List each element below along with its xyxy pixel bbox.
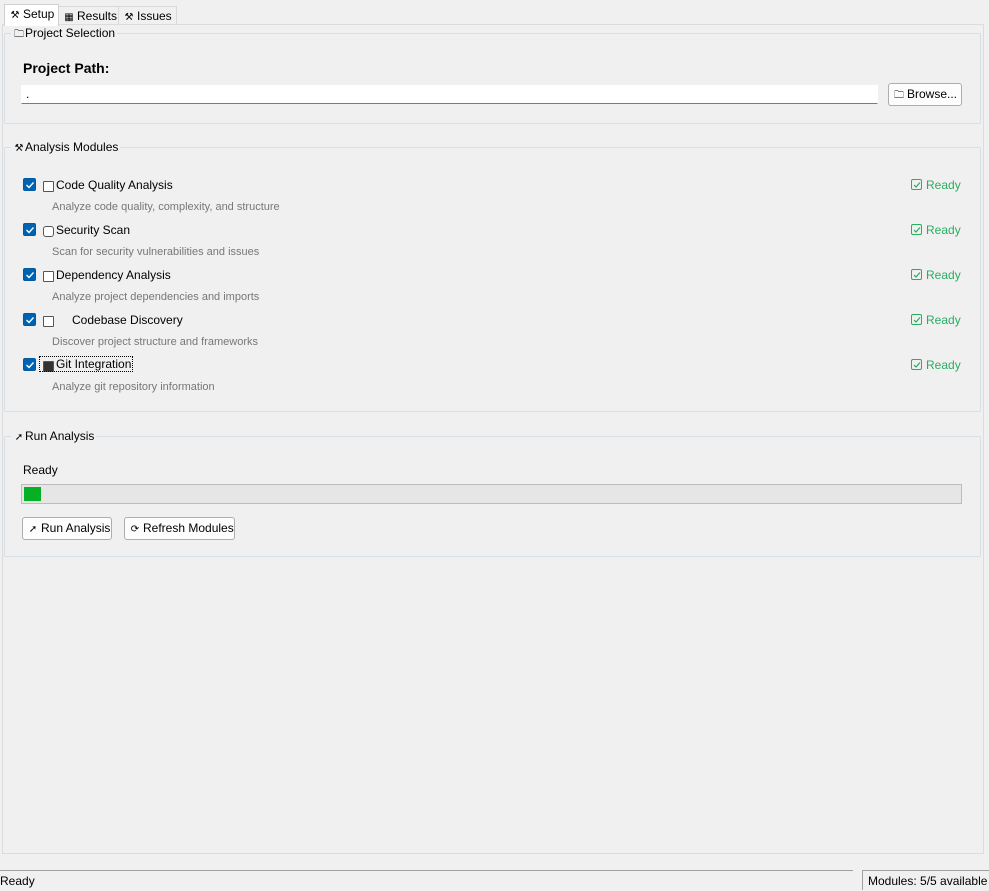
check-icon bbox=[911, 314, 922, 325]
git-integration-description: Analyze git repository information bbox=[52, 381, 215, 393]
codebase-discovery-title[interactable]: Codebase Discovery bbox=[72, 313, 183, 327]
run-analysis-legend: ➚ Run Analysis bbox=[11, 429, 97, 445]
project-selection-legend: 🗀Project Selection bbox=[11, 26, 118, 42]
security-scan-checkbox[interactable] bbox=[23, 223, 36, 236]
git-integration-status: Ready bbox=[911, 358, 961, 372]
security-scan-status: Ready bbox=[911, 223, 961, 237]
dependency-analysis-description: Analyze project dependencies and imports bbox=[52, 291, 260, 303]
dependency-analysis-checkbox[interactable] bbox=[23, 268, 36, 281]
refresh-modules-button[interactable]: ⟳ Refresh Modules bbox=[124, 517, 235, 540]
analysis-progress-fill bbox=[24, 487, 41, 501]
browse-button-label: Browse... bbox=[907, 87, 958, 101]
project-selection-frame bbox=[4, 33, 981, 124]
check-icon bbox=[911, 359, 922, 370]
code-quality-description: Analyze code quality, complexity, and st… bbox=[52, 201, 280, 213]
git-integration-checkbox[interactable] bbox=[23, 358, 36, 371]
check-icon bbox=[911, 179, 922, 190]
check-icon bbox=[911, 224, 922, 235]
tab-issues[interactable]: ⚒ Issues bbox=[118, 6, 177, 25]
wrench-icon: ⚒ bbox=[14, 143, 24, 154]
statusbar-modules-count: Modules: 5/5 available bbox=[862, 870, 989, 890]
rocket-icon: ➚ bbox=[14, 432, 24, 443]
browse-button[interactable]: 🗀 Browse... bbox=[888, 83, 962, 106]
run-analysis-button-label: Run Analysis bbox=[41, 521, 111, 535]
code-quality-checkbox[interactable] bbox=[23, 178, 36, 191]
tab-setup[interactable]: ⚒ Setup bbox=[4, 4, 60, 26]
check-icon bbox=[911, 269, 922, 280]
dependency-analysis-status-label: Ready bbox=[926, 268, 961, 282]
folder-icon: 🗀 bbox=[14, 29, 24, 40]
analysis-modules-legend: ⚒ Analysis Modules bbox=[11, 140, 121, 156]
map-icon bbox=[43, 316, 54, 327]
dependency-analysis-title[interactable]: Dependency Analysis bbox=[56, 268, 171, 282]
rocket-icon: ➚ bbox=[28, 524, 38, 535]
clipboard-icon bbox=[43, 181, 54, 192]
refresh-icon: ⟳ bbox=[130, 524, 140, 535]
codebase-discovery-status-label: Ready bbox=[926, 313, 961, 327]
project-path-input[interactable] bbox=[21, 85, 878, 104]
folder-icon: 🗀 bbox=[894, 90, 904, 101]
package-icon bbox=[43, 271, 54, 282]
project-path-label: Project Path: bbox=[23, 60, 110, 76]
code-quality-title[interactable]: Code Quality Analysis bbox=[56, 178, 173, 192]
project-selection-title: Project Selection bbox=[25, 26, 116, 40]
tab-issues-label: Issues bbox=[137, 9, 172, 23]
analysis-progress-bar bbox=[21, 484, 962, 504]
run-status-text: Ready bbox=[23, 463, 58, 477]
security-scan-description: Scan for security vulnerabilities and is… bbox=[52, 246, 260, 258]
security-scan-status-label: Ready bbox=[926, 223, 961, 237]
dependency-analysis-status: Ready bbox=[911, 268, 961, 282]
run-analysis-button[interactable]: ➚ Run Analysis bbox=[22, 517, 112, 540]
security-scan-title[interactable]: Security Scan bbox=[56, 223, 130, 237]
analysis-modules-title: Analysis Modules bbox=[25, 140, 119, 154]
wrench-icon: ⚒ bbox=[10, 10, 20, 21]
code-quality-status-label: Ready bbox=[926, 178, 961, 192]
git-integration-title[interactable]: Git Integration bbox=[38, 356, 134, 372]
codebase-discovery-status: Ready bbox=[911, 313, 961, 327]
codebase-discovery-checkbox[interactable] bbox=[23, 313, 36, 326]
lock-icon bbox=[43, 226, 54, 237]
git-integration-status-label: Ready bbox=[926, 358, 961, 372]
tab-setup-label: Setup bbox=[23, 7, 55, 21]
tab-results[interactable]: ▦ Results bbox=[58, 6, 123, 25]
statusbar-main: Ready bbox=[0, 870, 853, 891]
code-quality-status: Ready bbox=[911, 178, 961, 192]
refresh-modules-button-label: Refresh Modules bbox=[143, 521, 234, 535]
codebase-discovery-description: Discover project structure and framework… bbox=[52, 336, 259, 348]
tab-results-label: Results bbox=[77, 9, 118, 23]
run-analysis-title: Run Analysis bbox=[25, 429, 95, 443]
